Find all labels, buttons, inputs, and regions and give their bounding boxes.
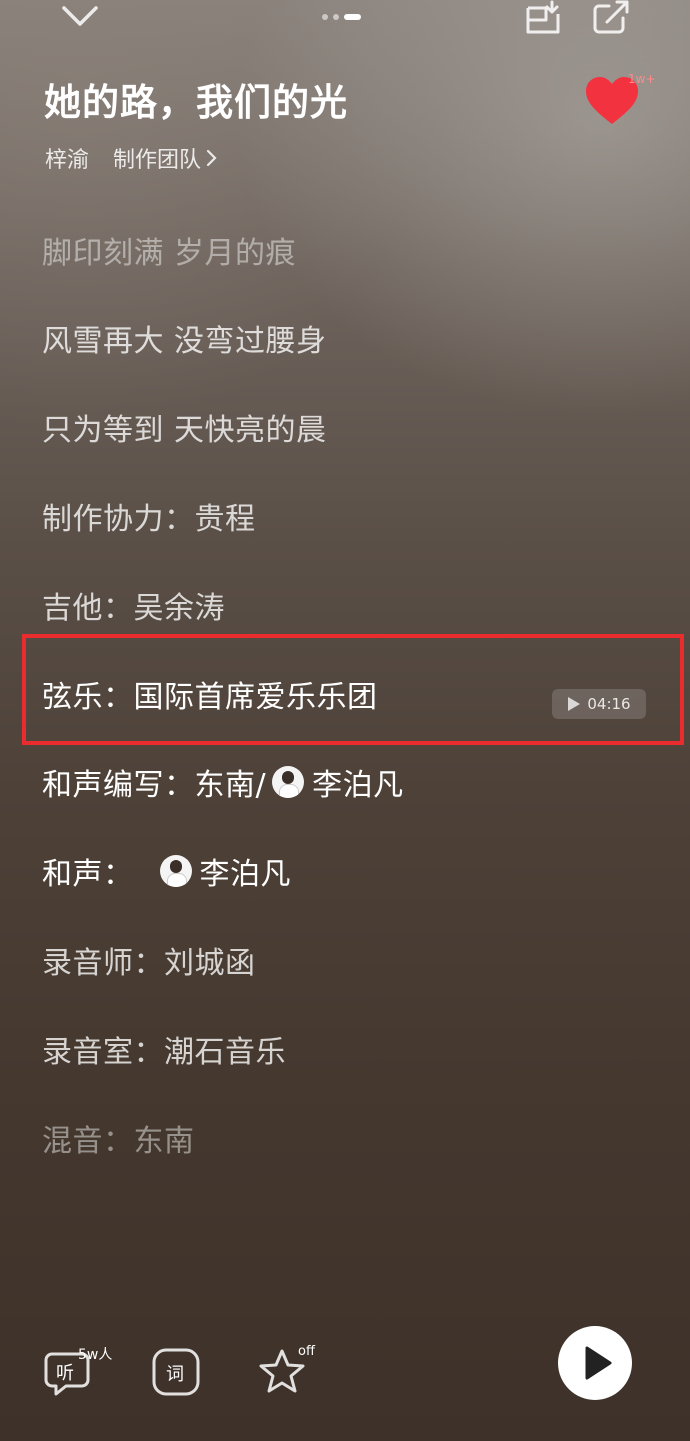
lyric-line[interactable]: 和声： 李泊凡 (42, 849, 291, 893)
avatar[interactable] (272, 766, 305, 798)
seek-time: 04:16 (587, 695, 631, 713)
like-button[interactable]: 1w+ (584, 70, 656, 126)
lyric-line[interactable]: 录音师：刘城函 (42, 938, 256, 982)
artist-tag-name[interactable]: 李泊凡 (312, 760, 404, 804)
listen-count-badge: 5w人 (78, 1347, 113, 1363)
artist-tag-name[interactable]: 李泊凡 (200, 849, 292, 893)
page-dot (322, 14, 328, 20)
team-link-label: 制作团队 (113, 148, 202, 173)
lyric-line[interactable]: 吉他：吴余涛 (42, 583, 225, 627)
page-indicator (322, 14, 361, 20)
lyrics-label: 词 (166, 1364, 184, 1385)
lyric-line[interactable]: 脚印刻满 岁月的痕 (42, 228, 296, 272)
listen-together-button[interactable]: 听 5w人 (42, 1346, 118, 1396)
play-icon (568, 697, 581, 711)
lyric-line[interactable]: 录音室：潮石音乐 (42, 1027, 286, 1071)
chevron-down-icon (62, 6, 98, 26)
share-icon (593, 0, 629, 34)
lyric-line[interactable]: 风雪再大 没弯过腰身 (42, 316, 327, 360)
artist-row: 梓渝 制作团队 (45, 142, 217, 174)
mini-player-icon (526, 0, 560, 34)
play-button[interactable] (558, 1326, 632, 1400)
lyric-line[interactable]: 制作协力：贵程 (42, 494, 256, 538)
song-title: 她的路，我们的光 (44, 81, 348, 124)
lyric-line[interactable]: 和声编写：东南/ 李泊凡 (42, 760, 404, 804)
page-dot (333, 14, 339, 20)
artist-name[interactable]: 梓渝 (45, 142, 89, 174)
collapse-button[interactable] (58, 2, 102, 32)
lyrics-button[interactable]: 词 (152, 1348, 200, 1396)
chevron-right-icon (206, 149, 217, 167)
team-link[interactable]: 制作团队 (113, 142, 217, 174)
page-dot-active (344, 14, 361, 20)
favorite-button[interactable]: off (258, 1344, 322, 1396)
avatar[interactable] (159, 855, 192, 887)
listen-label: 听 (56, 1363, 74, 1384)
like-count: 1w+ (628, 72, 656, 86)
seek-to-line-button[interactable]: 04:16 (552, 689, 646, 719)
play-icon (585, 1346, 612, 1380)
favorite-badge: off (298, 1344, 315, 1359)
lyric-line[interactable]: 混音：东南 (42, 1116, 195, 1160)
lyric-line[interactable]: 只为等到 天快亮的晨 (42, 405, 327, 449)
lyric-line-text: 和声编写：东南/ (42, 768, 267, 803)
lyric-line-text: 和声： (42, 857, 134, 892)
mini-player-button[interactable] (524, 0, 562, 36)
share-button[interactable] (591, 0, 631, 36)
